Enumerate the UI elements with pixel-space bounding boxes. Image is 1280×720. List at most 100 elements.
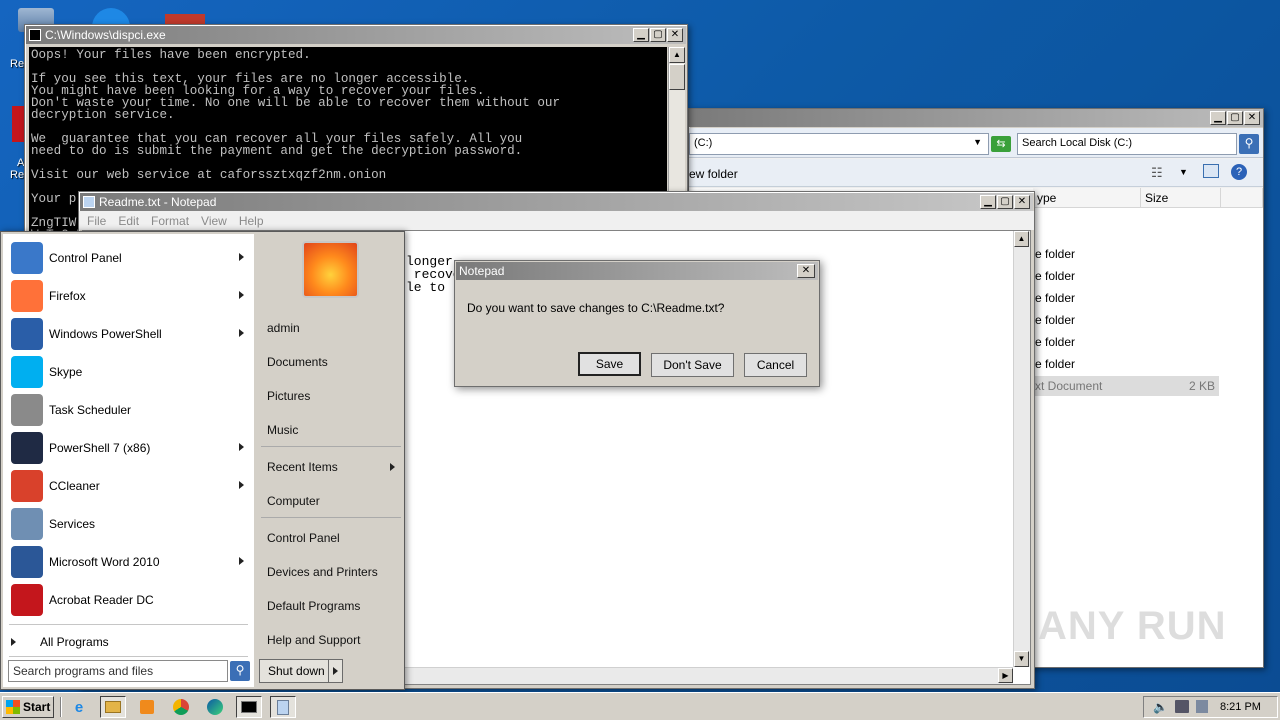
start-search-input[interactable]: Search programs and files bbox=[8, 660, 228, 682]
start-right-music[interactable]: Music bbox=[259, 415, 403, 445]
start-program-item[interactable]: Task Scheduler bbox=[3, 392, 254, 428]
maximize-button[interactable]: ▢ bbox=[650, 28, 666, 42]
close-button[interactable]: ✕ bbox=[1014, 195, 1030, 209]
menu-format[interactable]: Format bbox=[145, 211, 195, 230]
minimize-button[interactable]: ▁ bbox=[633, 28, 649, 42]
edge-icon[interactable] bbox=[202, 696, 228, 718]
chrome-icon[interactable] bbox=[168, 696, 194, 718]
file-row[interactable]: e folder bbox=[1035, 310, 1219, 330]
menu-edit[interactable]: Edit bbox=[112, 211, 145, 230]
new-folder-button[interactable]: ew folder bbox=[689, 167, 738, 181]
start-right-pictures[interactable]: Pictures bbox=[259, 381, 403, 411]
console-taskbar-icon[interactable] bbox=[236, 696, 262, 718]
console-titlebar[interactable]: C:\Windows\dispci.exe ▁ ▢ ✕ bbox=[26, 26, 686, 44]
minimize-button[interactable]: ▁ bbox=[980, 195, 996, 209]
save-changes-dialog[interactable]: Notepad ✕ Do you want to save changes to… bbox=[454, 260, 820, 387]
ie-icon[interactable]: e bbox=[66, 696, 92, 718]
close-button[interactable]: ✕ bbox=[1244, 111, 1260, 125]
column-header-size[interactable]: Size bbox=[1141, 188, 1221, 208]
start-right-default-programs[interactable]: Default Programs bbox=[259, 591, 403, 621]
dont-save-button[interactable]: Don't Save bbox=[651, 353, 734, 377]
preview-pane-icon[interactable] bbox=[1203, 164, 1219, 178]
notepad-taskbar-icon[interactable] bbox=[270, 696, 296, 718]
start-program-item[interactable]: Windows PowerShell bbox=[3, 316, 254, 352]
search-input[interactable]: Search Local Disk (C:) bbox=[1017, 133, 1237, 155]
file-type: e folder bbox=[1035, 247, 1076, 261]
flag-icon[interactable] bbox=[1196, 700, 1208, 713]
search-icon[interactable]: ⚲ bbox=[1239, 134, 1259, 154]
shutdown-button[interactable]: Shut down bbox=[259, 659, 343, 683]
file-type: e folder bbox=[1035, 335, 1076, 349]
start-program-item[interactable]: Control Panel bbox=[3, 240, 254, 276]
maximize-button[interactable]: ▢ bbox=[1227, 111, 1243, 125]
file-row[interactable]: e folder bbox=[1035, 332, 1219, 352]
media-player-icon[interactable] bbox=[134, 696, 160, 718]
start-program-item[interactable]: Acrobat Reader DC bbox=[3, 582, 254, 618]
menu-help[interactable]: Help bbox=[233, 211, 270, 230]
separator bbox=[261, 446, 401, 447]
close-button[interactable]: ✕ bbox=[667, 28, 683, 42]
start-menu[interactable]: All Programs Control Panel Firefox Windows… bbox=[0, 231, 405, 690]
file-row[interactable]: e folder bbox=[1035, 354, 1219, 374]
start-program-label: Skype bbox=[49, 365, 83, 379]
start-program-item[interactable]: PowerShell 7 (x86) bbox=[3, 430, 254, 466]
notepad-titlebar[interactable]: Readme.txt - Notepad ▁ ▢ ✕ bbox=[80, 193, 1033, 211]
start-button[interactable]: Start bbox=[2, 696, 54, 718]
scroll-down-arrow[interactable]: ▼ bbox=[1014, 651, 1029, 667]
start-program-item[interactable]: Skype bbox=[3, 354, 254, 390]
window-title: Readme.txt - Notepad bbox=[99, 195, 217, 209]
search-icon[interactable]: ⚲ bbox=[230, 661, 250, 681]
start-right-help-support[interactable]: Help and Support bbox=[259, 625, 403, 655]
file-row-selected[interactable]: xt Document 2 KB bbox=[1029, 376, 1219, 396]
explorer-taskbar-icon[interactable] bbox=[100, 696, 126, 718]
start-program-item[interactable]: CCleaner bbox=[3, 468, 254, 504]
separator bbox=[9, 624, 248, 625]
chevron-down-icon[interactable]: ▼ bbox=[973, 137, 982, 147]
close-button[interactable]: ✕ bbox=[797, 264, 815, 278]
powershell7-icon bbox=[11, 432, 43, 464]
cancel-button[interactable]: Cancel bbox=[744, 353, 807, 377]
column-header-type[interactable]: ype bbox=[1033, 188, 1141, 208]
scroll-right-arrow[interactable]: ▶ bbox=[998, 668, 1013, 683]
menu-file[interactable]: File bbox=[81, 211, 112, 230]
address-bar[interactable]: (C:) ▼ bbox=[689, 133, 989, 155]
volume-icon[interactable]: 🔈 bbox=[1153, 700, 1168, 714]
start-right-control-panel[interactable]: Control Panel bbox=[259, 523, 403, 553]
refresh-icon[interactable]: ⇆ bbox=[991, 136, 1011, 152]
file-type: e folder bbox=[1035, 357, 1076, 371]
start-program-item[interactable]: Firefox bbox=[3, 278, 254, 314]
scroll-up-arrow[interactable]: ▲ bbox=[669, 47, 685, 63]
view-options-icon[interactable]: ☷ bbox=[1151, 165, 1163, 181]
start-program-item[interactable]: Services bbox=[3, 506, 254, 542]
file-size: 2 KB bbox=[1188, 379, 1215, 393]
menu-view[interactable]: View bbox=[195, 211, 233, 230]
clock[interactable]: 8:21 PM bbox=[1220, 701, 1261, 713]
file-row[interactable]: e folder bbox=[1035, 288, 1219, 308]
start-right-user[interactable]: admin bbox=[259, 313, 403, 343]
file-row[interactable]: e folder bbox=[1035, 266, 1219, 286]
minimize-button[interactable]: ▁ bbox=[1210, 111, 1226, 125]
start-program-label: Windows PowerShell bbox=[49, 327, 162, 341]
chevron-down-icon[interactable]: ▼ bbox=[1179, 167, 1188, 177]
save-button[interactable]: Save bbox=[578, 352, 641, 376]
explorer-titlebar[interactable]: ▁ ▢ ✕ bbox=[689, 109, 1263, 127]
vertical-scrollbar[interactable]: ▲ ▼ bbox=[1013, 231, 1030, 667]
chevron-right-icon[interactable] bbox=[328, 660, 342, 682]
taskbar: Start e 🔈 8:21 PM bbox=[0, 692, 1280, 720]
start-program-item[interactable]: Microsoft Word 2010 bbox=[3, 544, 254, 580]
dialog-titlebar[interactable]: Notepad ✕ bbox=[456, 262, 818, 280]
maximize-button[interactable]: ▢ bbox=[997, 195, 1013, 209]
file-row[interactable]: e folder bbox=[1035, 244, 1219, 264]
start-right-devices-printers[interactable]: Devices and Printers bbox=[259, 557, 403, 587]
scroll-up-arrow[interactable]: ▲ bbox=[1014, 231, 1029, 247]
start-right-computer[interactable]: Computer bbox=[259, 486, 403, 516]
help-icon[interactable]: ? bbox=[1231, 164, 1247, 180]
start-right-recent-items[interactable]: Recent Items bbox=[259, 452, 403, 482]
all-programs-button[interactable]: All Programs bbox=[11, 630, 249, 654]
column-header-extra[interactable] bbox=[1221, 188, 1263, 208]
user-avatar[interactable] bbox=[302, 241, 359, 298]
scroll-thumb[interactable] bbox=[669, 64, 685, 90]
start-right-documents[interactable]: Documents bbox=[259, 347, 403, 377]
menu-bar: File Edit Format View Help bbox=[79, 211, 1034, 230]
network-icon[interactable] bbox=[1175, 700, 1189, 713]
